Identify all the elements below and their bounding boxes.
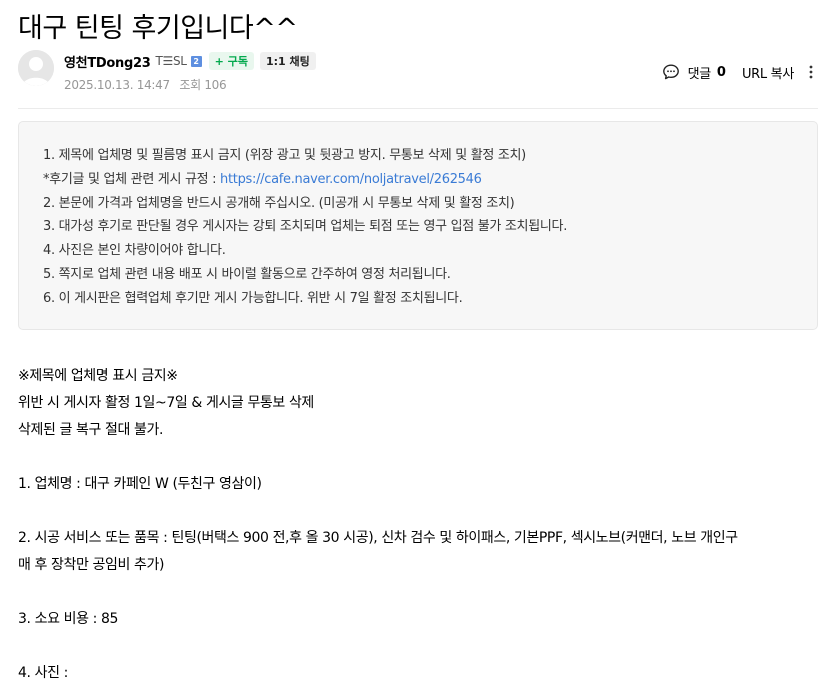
post-title: 대구 틴팅 후기입니다^^ (18, 13, 298, 44)
notice-line: 4. 사진은 본인 차량이어야 합니다. (43, 243, 226, 259)
body-item-service: 2. 시공 서비스 또는 품목 : 틴팅(버택스 900 전,후 올 30 시공… (18, 530, 738, 546)
body-item-vendor: 1. 업체명 : 대구 카페인 W (두친구 영삼이) (18, 476, 262, 492)
post-tools: 댓글 0 URL 복사 (662, 62, 818, 82)
notice-line: 5. 쪽지로 업체 관련 내용 배포 시 바이럴 활동으로 간주하여 영정 처리… (43, 266, 451, 282)
notice-line: 2. 본문에 가격과 업체명을 반드시 공개해 주십시오. (미공개 시 무통보… (43, 195, 515, 211)
notice-line: *후기글 및 업체 관련 게시 규정 : https://cafe.naver.… (43, 168, 817, 192)
default-profile-icon (18, 50, 54, 86)
subscribe-button[interactable]: + 구독 (208, 52, 254, 70)
post-body: ※제목에 업체명 표시 금지※ 위반 시 게시자 활정 1일~7일 & 게시글 … (18, 363, 818, 687)
warning-line: ※제목에 업체명 표시 금지※ (18, 368, 178, 384)
view-count: 조회 106 (179, 78, 227, 92)
chat-button[interactable]: 1:1 채팅 (259, 52, 316, 70)
grade-badge-icon: 2 (190, 55, 202, 67)
comment-label[interactable]: 댓글 (688, 63, 712, 82)
notice-rule-link[interactable]: https://cafe.naver.com/noljatravel/26254… (220, 172, 482, 187)
board-notice-box: 1. 제목에 업체명 및 필름명 표시 금지 (위장 광고 및 뒷광고 방지. … (18, 121, 818, 330)
more-icon[interactable] (804, 63, 818, 81)
author-info: 영천TDong23 T☰SL 2 + 구독 1:1 채팅 (64, 51, 316, 71)
author-grade: T☰SL (155, 54, 187, 68)
author-nickname[interactable]: 영천TDong23 (64, 52, 151, 71)
body-item-cost: 3. 소요 비용 : 85 (18, 611, 119, 627)
url-copy-button[interactable]: URL 복사 (742, 63, 794, 82)
post-meta: 2025.10.13. 14:47 조회 106 (64, 76, 227, 93)
notice-line: 1. 제목에 업체명 및 필름명 표시 금지 (위장 광고 및 뒷광고 방지. … (43, 148, 526, 163)
notice-line: 6. 이 게시판은 협력업체 후기만 게시 가능합니다. 위반 시 7일 활정 … (43, 290, 463, 306)
notice-rule-label: *후기글 및 업체 관련 게시 규정 : (43, 171, 221, 187)
warning-line: 위반 시 게시자 활정 1일~7일 & 게시글 무통보 삭제 (18, 395, 314, 411)
avatar[interactable] (18, 50, 54, 86)
body-item-photos: 4. 사진 : (18, 665, 68, 681)
notice-line: 3. 대가성 후기로 판단될 경우 게시자는 강퇴 조치되며 업체는 퇴점 또는… (43, 219, 568, 235)
comment-icon[interactable] (662, 63, 680, 81)
body-item-service-cont: 매 후 장착만 공임비 추가) (18, 557, 165, 573)
post-date: 2025.10.13. 14:47 (64, 78, 170, 92)
warning-line: 삭제된 글 복구 절대 불가. (18, 422, 164, 438)
header-divider (18, 108, 818, 109)
comment-count[interactable]: 0 (717, 65, 726, 80)
